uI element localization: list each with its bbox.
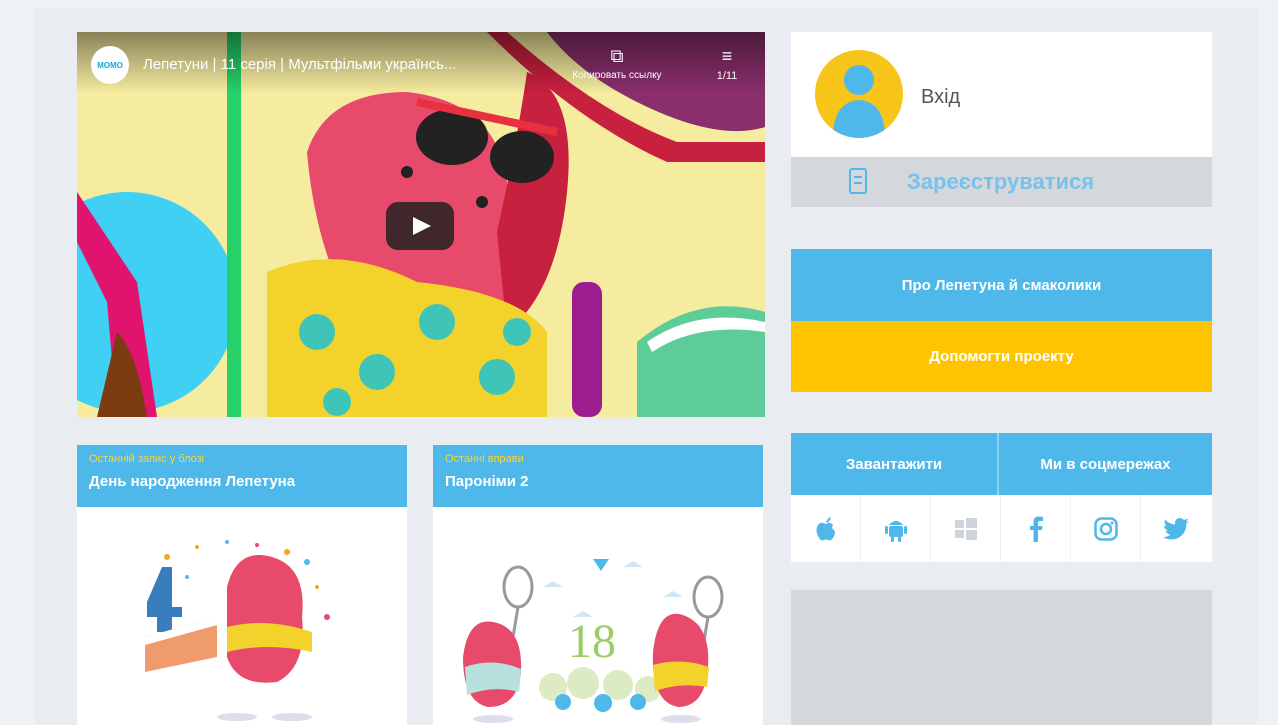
illustration-number: 18 [568,615,616,668]
android-store-link[interactable] [861,495,931,562]
exercise-card-category: Останні вправи [445,453,524,465]
play-button[interactable] [386,202,454,250]
android-icon [884,520,907,542]
twitter-link[interactable] [1141,495,1211,562]
facebook-link[interactable] [1001,495,1071,562]
register-form-icon [849,168,867,194]
blog-card-category: Останній запис у блозі [89,453,205,465]
exercise-card-header: Останні вправи Пароніми 2 [433,445,763,507]
blog-card-header: Останній запис у блозі День народження Л… [77,445,407,507]
exercise-card-title[interactable]: Пароніми 2 [445,473,751,490]
playlist-icon: ≡ [721,46,733,66]
blog-card[interactable]: Останній запис у блозі День народження Л… [77,445,407,725]
exercise-card[interactable]: Останні вправи Пароніми 2 18 [433,445,763,725]
login-panel[interactable]: Вхід [791,32,1212,157]
windows-icon [954,517,977,540]
video-player[interactable]: MOMO Лепетуни | 11 серія | Мультфільми у… [77,32,765,417]
channel-logo[interactable]: MOMO [91,46,129,84]
login-link[interactable]: Вхід [921,86,960,109]
user-icon [833,65,885,138]
blog-card-title[interactable]: День народження Лепетуна [89,473,395,490]
social-header: Ми в соцмережах [999,433,1212,495]
download-header: Завантажити [791,433,999,495]
copy-link-button[interactable]: ⧉ Копировать ссылку [547,46,687,81]
register-button[interactable]: Зареєструватися [791,157,1212,207]
avatar[interactable] [815,50,903,138]
copy-icon: ⧉ [610,46,624,66]
playlist-button[interactable]: ≡ 1/11 [697,46,757,82]
apps-social-panel: Завантажити Ми в соцмережах [791,433,1212,562]
birthday-illustration [77,507,407,725]
placeholder-block [791,590,1212,725]
badminton-illustration: 18 [433,507,763,725]
copy-link-label: Копировать ссылку [572,70,662,81]
instagram-icon [1093,516,1118,541]
apple-store-link[interactable] [791,495,861,562]
video-title[interactable]: Лепетуни | 11 серія | Мультфільми україн… [143,56,543,73]
windows-store-link[interactable] [931,495,1001,562]
register-label: Зареєструватися [907,169,1095,194]
facebook-icon [1029,516,1043,542]
playlist-counter: 1/11 [716,70,738,82]
instagram-link[interactable] [1071,495,1141,562]
apple-icon [816,516,835,540]
about-button[interactable]: Про Лепетуна й смаколики [791,249,1212,321]
twitter-icon [1163,517,1189,539]
help-project-button[interactable]: Допомогти проекту [791,321,1212,392]
